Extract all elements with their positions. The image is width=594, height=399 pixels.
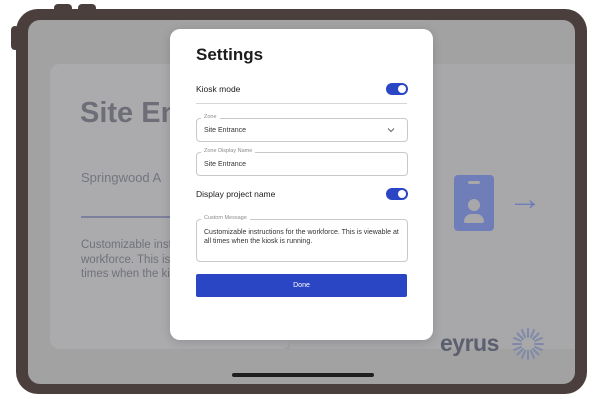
tablet-side-button bbox=[11, 26, 19, 50]
id-badge-icon bbox=[454, 175, 494, 231]
kiosk-mode-toggle[interactable] bbox=[386, 83, 408, 95]
kiosk-project-name: Springwood A bbox=[81, 170, 162, 185]
settings-modal: Settings Kiosk mode Zone Site Entrance Z… bbox=[170, 29, 433, 340]
brand-logo-text: eyrus bbox=[440, 330, 499, 356]
arrow-right-icon: → bbox=[508, 180, 542, 218]
display-project-name-toggle[interactable] bbox=[386, 188, 408, 200]
brand-logo-icon bbox=[512, 328, 544, 360]
kiosk-mode-label: Kiosk mode bbox=[196, 84, 241, 94]
zone-display-name-value: Site Entrance bbox=[204, 161, 247, 168]
chevron-down-icon bbox=[387, 128, 395, 133]
divider bbox=[196, 103, 407, 104]
display-project-name-label: Display project name bbox=[196, 189, 276, 199]
modal-title: Settings bbox=[196, 45, 264, 64]
tablet-top-button bbox=[54, 4, 72, 12]
home-indicator[interactable] bbox=[232, 373, 374, 377]
zone-value: Site Entrance bbox=[204, 127, 247, 134]
zone-select[interactable]: Zone Site Entrance bbox=[196, 114, 408, 142]
zone-display-name-field[interactable]: Zone Display Name Site Entrance bbox=[196, 148, 408, 176]
custom-message-label: Custom Message bbox=[201, 215, 250, 221]
zone-display-name-label: Zone Display Name bbox=[201, 148, 256, 154]
done-button[interactable]: Done bbox=[196, 274, 407, 297]
custom-message-value: Customizable instructions for the workfo… bbox=[204, 229, 399, 245]
zone-label: Zone bbox=[201, 114, 220, 120]
tablet-top-button bbox=[78, 4, 96, 12]
custom-message-textarea[interactable]: Custom Message Customizable instructions… bbox=[196, 215, 408, 262]
